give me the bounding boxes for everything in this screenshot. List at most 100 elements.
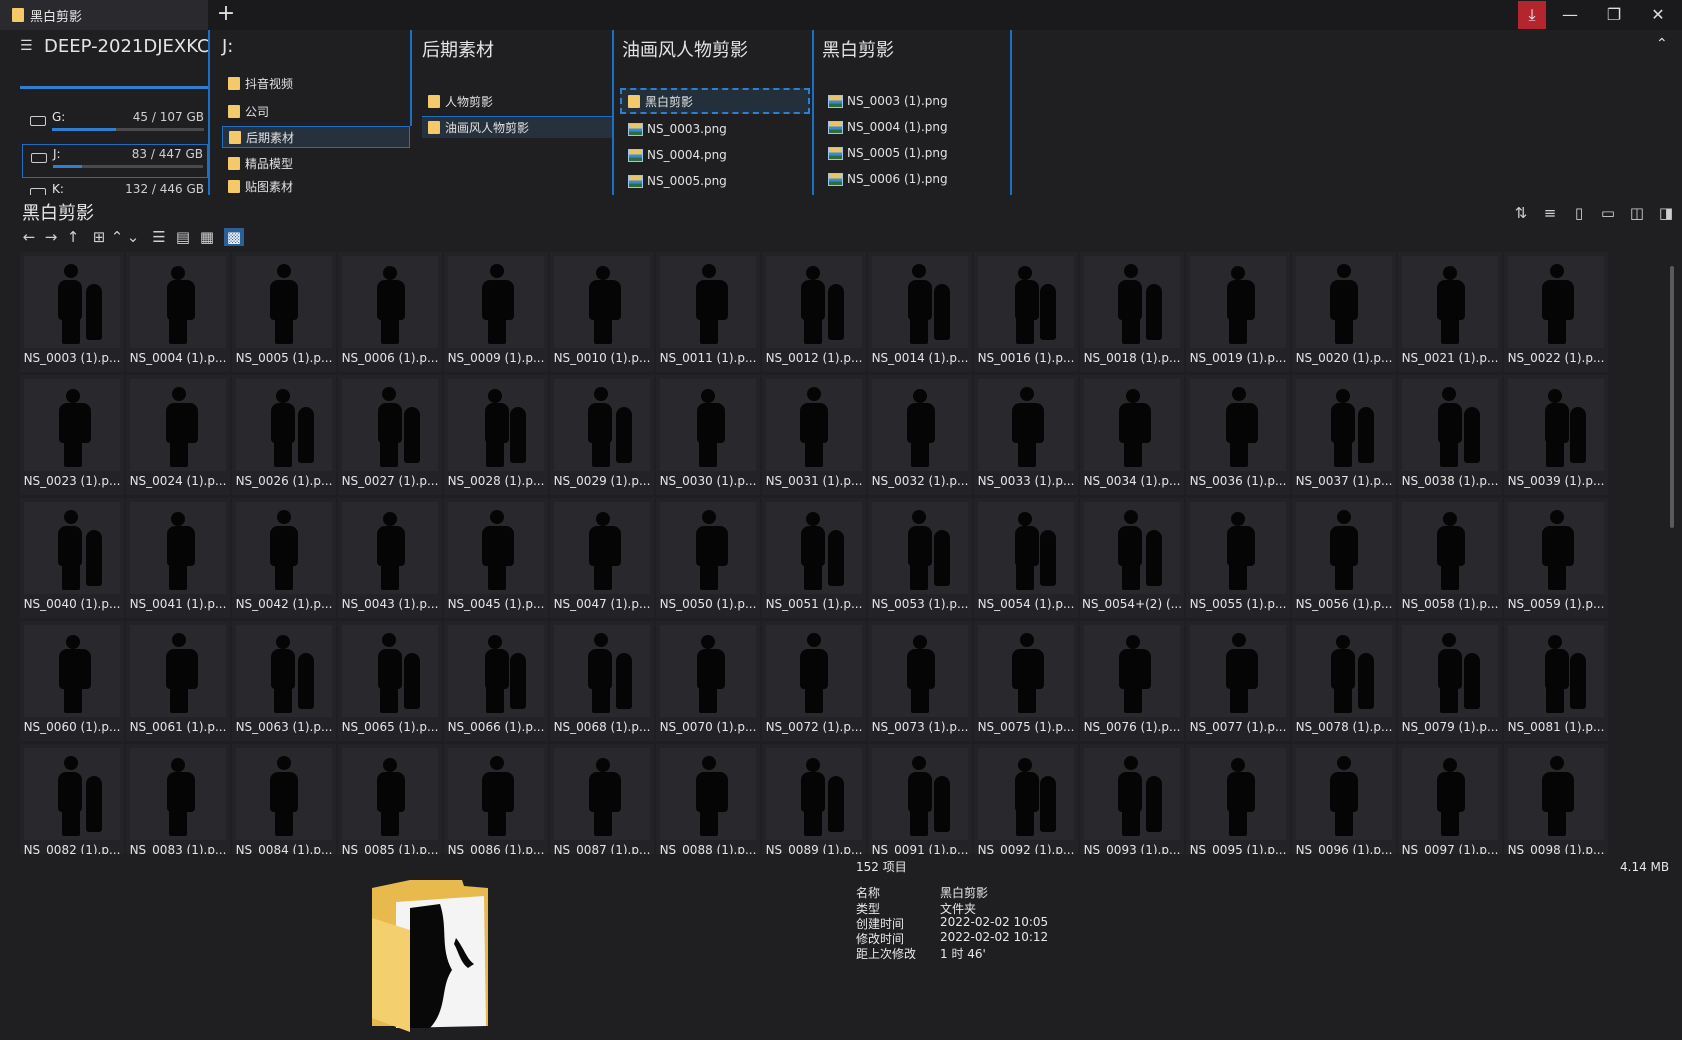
- folder-item-selected[interactable]: 后期素材: [222, 126, 410, 148]
- collapse-icon[interactable]: ⌃: [1656, 36, 1668, 52]
- thumbnail-item[interactable]: NS_0009 (1).p...: [444, 252, 548, 372]
- thumbnail-item[interactable]: NS_0024 (1).p...: [126, 375, 230, 495]
- thumbnail-item[interactable]: NS_0082 (1).p...: [20, 744, 124, 854]
- folder-item[interactable]: 抖音视频: [222, 76, 293, 90]
- thumbnail-item[interactable]: NS_0021 (1).p...: [1398, 252, 1502, 372]
- folder-item[interactable]: 公司: [222, 100, 269, 122]
- restore-button[interactable]: ❐: [1592, 0, 1636, 30]
- thumbnail-item[interactable]: NS_0010 (1).p...: [550, 252, 654, 372]
- thumbnail-item[interactable]: NS_0096 (1).p...: [1292, 744, 1396, 854]
- thumbnail-item[interactable]: NS_0040 (1).p...: [20, 498, 124, 618]
- folder-item-selected[interactable]: 油画风人物剪影: [422, 116, 612, 138]
- thumbnail-item[interactable]: NS_0084 (1).p...: [232, 744, 336, 854]
- new-file-icon[interactable]: ▯: [1569, 203, 1589, 223]
- thumbnail-item[interactable]: NS_0054+(2) (...: [1080, 498, 1184, 618]
- file-item[interactable]: NS_0004.png: [622, 144, 727, 166]
- thumbnail-item[interactable]: NS_0078 (1).p...: [1292, 621, 1396, 741]
- group-icon[interactable]: ≡: [1540, 203, 1560, 223]
- thumbnail-item[interactable]: NS_0098 (1).p...: [1504, 744, 1608, 854]
- up-icon[interactable]: ↑: [64, 228, 82, 246]
- thumbnail-item[interactable]: NS_0018 (1).p...: [1080, 252, 1184, 372]
- thumbnail-item[interactable]: NS_0036 (1).p...: [1186, 375, 1290, 495]
- thumbnail-item[interactable]: NS_0086 (1).p...: [444, 744, 548, 854]
- thumbnail-item[interactable]: NS_0076 (1).p...: [1080, 621, 1184, 741]
- file-item[interactable]: NS_0003.png: [622, 118, 727, 140]
- thumbnail-item[interactable]: NS_0038 (1).p...: [1398, 375, 1502, 495]
- thumbnail-item[interactable]: NS_0070 (1).p...: [656, 621, 760, 741]
- thumbnail-item[interactable]: NS_0077 (1).p...: [1186, 621, 1290, 741]
- thumbnail-item[interactable]: NS_0029 (1).p...: [550, 375, 654, 495]
- file-item[interactable]: NS_0005 (1).png: [822, 142, 948, 164]
- thumbnail-item[interactable]: NS_0091 (1).p...: [868, 744, 972, 854]
- thumbnail-item[interactable]: NS_0093 (1).p...: [1080, 744, 1184, 854]
- thumbnail-item[interactable]: NS_0097 (1).p...: [1398, 744, 1502, 854]
- thumbnail-item[interactable]: NS_0026 (1).p...: [232, 375, 336, 495]
- thumbnail-item[interactable]: NS_0054 (1).p...: [974, 498, 1078, 618]
- thumbnail-item[interactable]: NS_0060 (1).p...: [20, 621, 124, 741]
- folder-item[interactable]: 人物剪影: [422, 90, 493, 112]
- split-icon[interactable]: ◨: [1656, 203, 1676, 223]
- sort-icon[interactable]: ⇅: [1511, 203, 1531, 223]
- thumbnail-item[interactable]: NS_0030 (1).p...: [656, 375, 760, 495]
- thumbnail-item[interactable]: NS_0055 (1).p...: [1186, 498, 1290, 618]
- thumbnail-item[interactable]: NS_0028 (1).p...: [444, 375, 548, 495]
- thumbnail-item[interactable]: NS_0042 (1).p...: [232, 498, 336, 618]
- view-details-icon[interactable]: ▤: [174, 228, 192, 246]
- thumbnail-item[interactable]: NS_0065 (1).p...: [338, 621, 442, 741]
- download-button[interactable]: ⤓: [1518, 1, 1546, 29]
- thumbnail-item[interactable]: NS_0079 (1).p...: [1398, 621, 1502, 741]
- thumbnail-item[interactable]: NS_0058 (1).p...: [1398, 498, 1502, 618]
- scrollbar-thumb[interactable]: [1670, 266, 1674, 528]
- drive-k[interactable]: K: 132 / 446 GB: [22, 180, 208, 195]
- thumbnail-item[interactable]: NS_0005 (1).p...: [232, 252, 336, 372]
- thumbnail-item[interactable]: NS_0023 (1).p...: [20, 375, 124, 495]
- thumbnail-item[interactable]: NS_0031 (1).p...: [762, 375, 866, 495]
- thumbnail-item[interactable]: NS_0006 (1).p...: [338, 252, 442, 372]
- thumbnail-item[interactable]: NS_0014 (1).p...: [868, 252, 972, 372]
- thumbnail-item[interactable]: NS_0068 (1).p...: [550, 621, 654, 741]
- grid-scrollbar[interactable]: [1668, 252, 1676, 854]
- thumbnail-item[interactable]: NS_0027 (1).p...: [338, 375, 442, 495]
- sort-down-icon[interactable]: ⌄: [126, 228, 140, 246]
- thumbnail-item[interactable]: NS_0063 (1).p...: [232, 621, 336, 741]
- thumbnail-item[interactable]: NS_0075 (1).p...: [974, 621, 1078, 741]
- pane-icon[interactable]: ▭: [1598, 203, 1618, 223]
- thumbnail-item[interactable]: NS_0037 (1).p...: [1292, 375, 1396, 495]
- drive-j[interactable]: J: 83 / 447 GB: [22, 144, 208, 178]
- thumbnail-item[interactable]: NS_0045 (1).p...: [444, 498, 548, 618]
- thumbnail-item[interactable]: NS_0019 (1).p...: [1186, 252, 1290, 372]
- thumbnail-item[interactable]: NS_0032 (1).p...: [868, 375, 972, 495]
- thumbnail-item[interactable]: NS_0041 (1).p...: [126, 498, 230, 618]
- thumbnail-item[interactable]: NS_0087 (1).p...: [550, 744, 654, 854]
- forward-icon[interactable]: →: [42, 228, 60, 246]
- thumbnail-item[interactable]: NS_0081 (1).p...: [1504, 621, 1608, 741]
- thumbnail-item[interactable]: NS_0039 (1).p...: [1504, 375, 1608, 495]
- thumbnail-item[interactable]: NS_0012 (1).p...: [762, 252, 866, 372]
- back-icon[interactable]: ←: [20, 228, 38, 246]
- view-icons-icon[interactable]: ▩: [224, 228, 244, 246]
- new-tab-button[interactable]: +: [214, 3, 238, 27]
- tab-active[interactable]: 黑白剪影: [0, 0, 208, 30]
- thumbnail-item[interactable]: NS_0020 (1).p...: [1292, 252, 1396, 372]
- thumbnail-item[interactable]: NS_0047 (1).p...: [550, 498, 654, 618]
- file-item[interactable]: NS_0003 (1).png: [822, 90, 948, 112]
- thumbnail-item[interactable]: NS_0056 (1).p...: [1292, 498, 1396, 618]
- thumbnail-item[interactable]: NS_0051 (1).p...: [762, 498, 866, 618]
- file-item[interactable]: NS_0006 (1).png: [822, 168, 948, 190]
- view-tiles-icon[interactable]: ▦: [198, 228, 216, 246]
- folder-item[interactable]: 贴图素材: [222, 178, 293, 194]
- view-list-icon[interactable]: ☰: [150, 228, 168, 246]
- thumbnail-item[interactable]: NS_0011 (1).p...: [656, 252, 760, 372]
- thumbnail-item[interactable]: NS_0016 (1).p...: [974, 252, 1078, 372]
- folder-item-focused[interactable]: 黑白剪影: [620, 88, 810, 114]
- preview-icon[interactable]: ◫: [1627, 203, 1647, 223]
- thumbnail-item[interactable]: NS_0088 (1).p...: [656, 744, 760, 854]
- thumbnail-item[interactable]: NS_0022 (1).p...: [1504, 252, 1608, 372]
- file-item[interactable]: NS_0005.png: [622, 170, 727, 192]
- menu-icon[interactable]: ☰: [20, 38, 33, 54]
- folder-item[interactable]: 精品模型: [222, 152, 293, 174]
- thumbnail-item[interactable]: NS_0085 (1).p...: [338, 744, 442, 854]
- thumbnail-item[interactable]: NS_0092 (1).p...: [974, 744, 1078, 854]
- sort-up-icon[interactable]: ⌃: [110, 228, 124, 246]
- close-button[interactable]: ✕: [1636, 0, 1680, 30]
